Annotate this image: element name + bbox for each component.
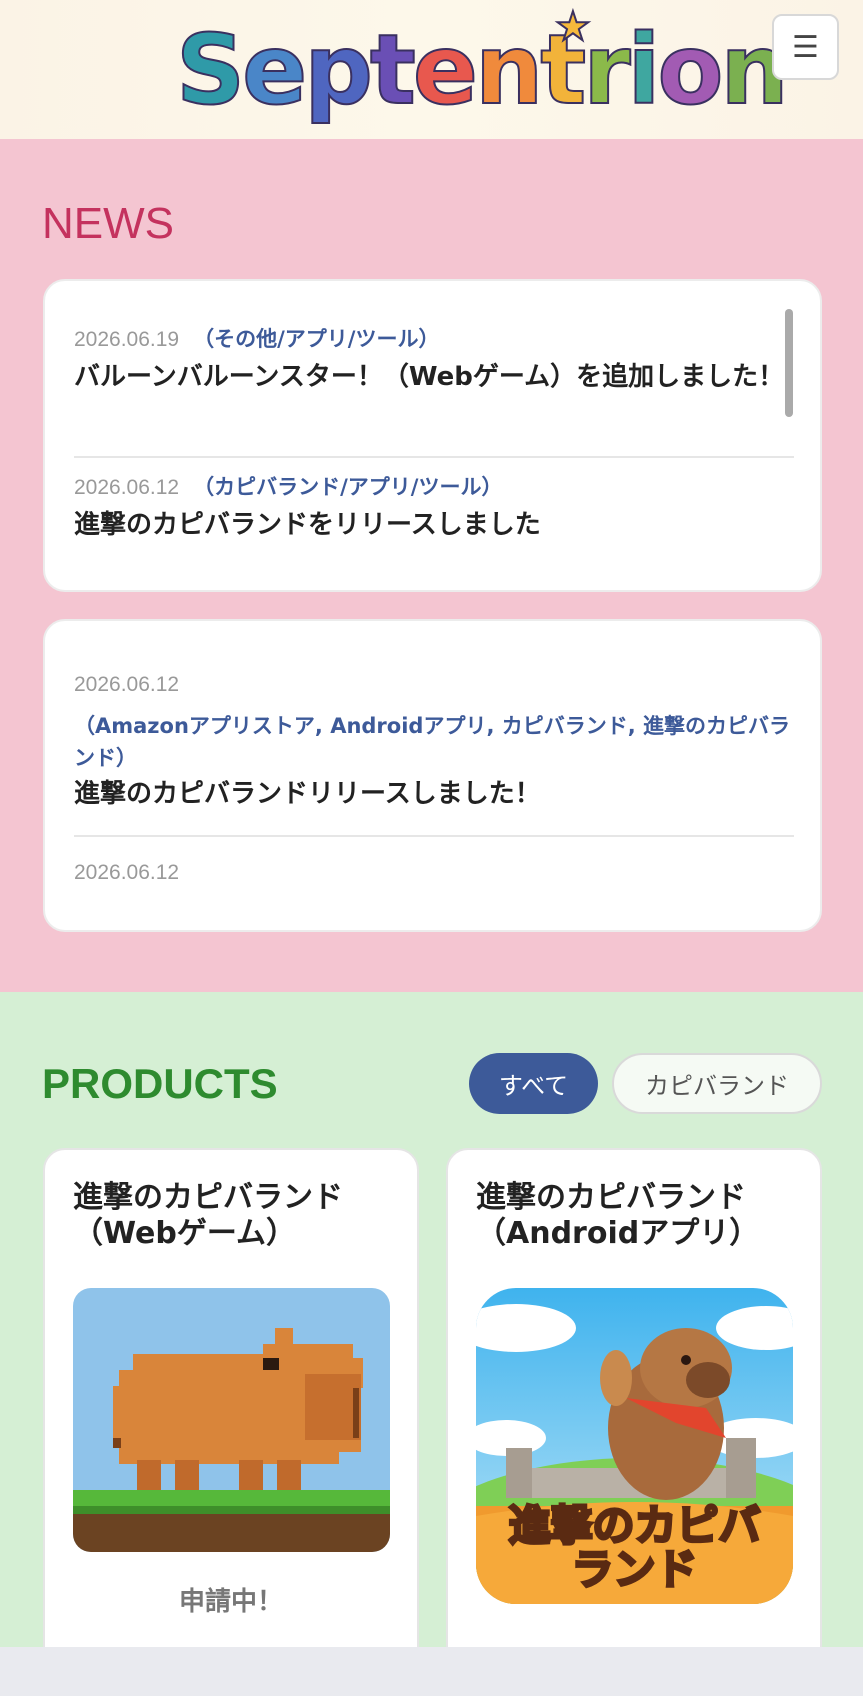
news-item[interactable]: 2026.06.12 （カピバランド/アプリ/ツール） 進撃のカピバランドをリリー… (74, 472, 793, 543)
news-date: 2026.06.12 (74, 673, 180, 696)
news-item[interactable]: 2026.06.19 （その他/アプリ/ツール） バルーンバルーンスター！（Web… (74, 324, 793, 395)
capybara-app-icon-image[interactable]: 進撃のカピバランド (476, 1288, 793, 1604)
news-date: 2026.06.19 (74, 328, 180, 351)
product-card[interactable]: 進撃のカピバランド（Webゲーム） 申請中！ (43, 1148, 419, 1647)
news-category[interactable]: （カピバランド/アプリ/ツール） (193, 475, 502, 499)
news-date: 2026.06.12 (74, 861, 180, 884)
app-icon-caption: 進撃のカピバランド (507, 1501, 762, 1594)
site-header: Septentrion ★ ☰ (0, 0, 863, 139)
product-title[interactable]: 進撃のカピバランド（Androidアプリ） (476, 1180, 806, 1252)
products-section: PRODUCTS すべて カピバランド 進撃のカピバランド（Webゲーム） 申請… (0, 992, 863, 1647)
news-title[interactable]: 進撃のカピバランドをリリースしました (74, 507, 793, 543)
news-item[interactable]: 2026.06.12 （Amazonアプリストア, Androidアプリ, カピ… (74, 669, 793, 812)
news-title[interactable]: バルーンバルーンスター！（Webゲーム）を追加しました！ (74, 359, 793, 395)
news-item[interactable]: 2026.06.12 (74, 857, 793, 888)
divider (74, 835, 794, 837)
news-section: NEWS 2026.06.19 （その他/アプリ/ツール） バルーンバルーンスター… (0, 139, 863, 992)
hamburger-icon: ☰ (792, 29, 819, 65)
product-title[interactable]: 進撃のカピバランド（Webゲーム） (73, 1180, 403, 1252)
pixel-capybara-image[interactable] (73, 1288, 390, 1552)
divider (74, 456, 794, 458)
product-status: 申請中！ (178, 1587, 283, 1617)
news-category[interactable]: （その他/アプリ/ツール） (193, 327, 439, 351)
news-heading: NEWS (42, 199, 174, 248)
product-card[interactable]: 進撃のカピバランド（Androidアプリ） 進撃のカピバランド (446, 1148, 822, 1647)
site-logo[interactable]: Septentrion (175, 10, 790, 130)
star-icon: ★ (554, 3, 592, 51)
news-title[interactable]: 進撃のカピバランドリリースしました！ (74, 776, 793, 812)
filter-all-button[interactable]: すべて (469, 1053, 598, 1114)
news-card: 2026.06.12 （Amazonアプリストア, Androidアプリ, カピ… (43, 619, 822, 932)
menu-button[interactable]: ☰ (772, 14, 839, 80)
news-card: 2026.06.19 （その他/アプリ/ツール） バルーンバルーンスター！（Web… (43, 279, 822, 592)
news-date: 2026.06.12 (74, 476, 180, 499)
filter-capybaland-button[interactable]: カピバランド (612, 1053, 822, 1114)
products-heading: PRODUCTS (42, 1060, 278, 1107)
news-category[interactable]: （Amazonアプリストア, Androidアプリ, カピバランド, 進撃のカピ… (74, 710, 793, 774)
